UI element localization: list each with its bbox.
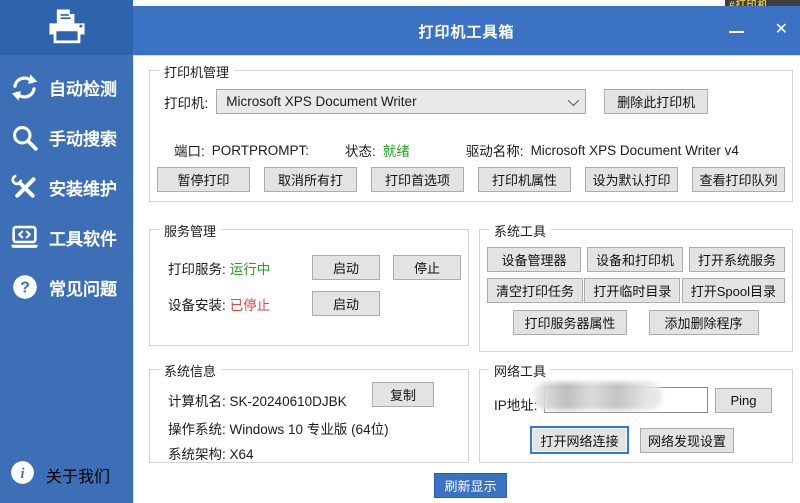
device-install-status: 已停止: [229, 297, 271, 313]
print-service-label: 打印服务:: [168, 261, 226, 277]
add-remove-programs-button[interactable]: 添加删除程序: [648, 310, 759, 335]
service-management-group: 服务管理 打印服务: 运行中 启动 停止 设备安装: 已停止 启动: [149, 221, 469, 346]
printer-status-row: 端口: PORTPROMPT: 状态: 就绪 驱动名称: Microsoft X…: [174, 140, 739, 160]
print-service-status: 运行中: [229, 261, 271, 277]
printer-toolbox-window: #打印机 自动检测 手动搜索 安装维护 工具软件 ? 常见问题 i 关于我们 打…: [0, 0, 800, 503]
arch-row: 系统架构: X64: [168, 443, 254, 463]
search-icon: [9, 122, 40, 153]
sidebar-item-tool-software[interactable]: 工具软件: [0, 212, 133, 262]
open-temp-folder-button[interactable]: 打开临时目录: [584, 278, 681, 303]
print-service-start-button[interactable]: 启动: [312, 255, 380, 280]
ping-button[interactable]: Ping: [715, 388, 772, 413]
open-spool-folder-button[interactable]: 打开Spool目录: [681, 278, 785, 303]
view-queue-button[interactable]: 查看打印队列: [692, 167, 785, 192]
sidebar-item-label: 关于我们: [46, 469, 111, 486]
print-preferences-button[interactable]: 打印首选项: [371, 167, 464, 192]
printer-select-value: Microsoft XPS Document Writer: [226, 94, 417, 109]
printer-management-group: 打印机管理 打印机: Microsoft XPS Document Writer…: [149, 62, 793, 202]
device-manager-button[interactable]: 设备管理器: [487, 247, 581, 272]
sidebar-item-manual-search[interactable]: 手动搜索: [0, 112, 133, 162]
sidebar-item-about[interactable]: i 关于我们: [9, 457, 110, 493]
system-tools-row-3: 打印服务器属性 添加删除程序: [480, 310, 792, 335]
printer-properties-button[interactable]: 打印机属性: [478, 167, 571, 192]
cancel-all-button[interactable]: 取消所有打: [264, 167, 357, 192]
group-title: 打印机管理: [159, 62, 235, 81]
ip-address-label: IP地址:: [494, 398, 538, 413]
sidebar-menu: 自动检测 手动搜索 安装维护 工具软件 ? 常见问题: [0, 62, 133, 312]
system-info-group: 系统信息 计算机名: SK-20240610DJBK 复制 操作系统: Wind…: [149, 361, 469, 463]
sidebar: 自动检测 手动搜索 安装维护 工具软件 ? 常见问题 i 关于我们: [0, 0, 133, 503]
computer-name-label: 计算机名:: [168, 394, 226, 409]
sidebar-item-install-maintain[interactable]: 安装维护: [0, 162, 133, 212]
group-title: 系统信息: [159, 361, 222, 380]
refresh-icon: [9, 72, 40, 103]
titlebar: 打印机工具箱 ✕: [133, 6, 800, 55]
os-label: 操作系统:: [168, 422, 226, 437]
sidebar-item-auto-detect[interactable]: 自动检测: [0, 62, 133, 112]
info-icon: i: [9, 459, 36, 491]
app-logo-block: [0, 0, 133, 55]
sidebar-item-label: 自动检测: [49, 79, 117, 99]
port-value: PORTPROMPT:: [211, 142, 310, 158]
chevron-down-icon: [568, 94, 580, 106]
laptop-code-icon: [9, 222, 40, 253]
computer-name-value: SK-20240610DJBK: [229, 394, 347, 409]
port-label: 端口:: [174, 144, 205, 159]
sidebar-item-label: 手动搜索: [49, 129, 117, 149]
os-value: Windows 10 专业版 (64位): [229, 422, 389, 437]
os-row: 操作系统: Windows 10 专业版 (64位): [168, 418, 389, 438]
sidebar-item-faq[interactable]: ? 常见问题: [0, 262, 133, 312]
print-service-row: 打印服务: 运行中: [168, 255, 270, 280]
printer-actions-row: 暂停打印 取消所有打 打印首选项 打印机属性 设为默认打印 查看打印队列: [157, 167, 785, 192]
pause-print-button[interactable]: 暂停打印: [157, 167, 250, 192]
system-tools-row-1: 设备管理器 设备和打印机 打开系统服务: [487, 247, 785, 272]
driver-value: Microsoft XPS Document Writer v4: [530, 142, 739, 158]
device-install-start-button[interactable]: 启动: [312, 291, 380, 316]
status-value: 就绪: [382, 144, 410, 159]
group-title: 网络工具: [489, 361, 552, 380]
main-content: 打印机管理 打印机: Microsoft XPS Document Writer…: [133, 55, 800, 503]
window-title: 打印机工具箱: [418, 24, 515, 41]
printer-label: 打印机:: [164, 95, 209, 111]
minimize-button[interactable]: [729, 31, 744, 33]
copy-button[interactable]: 复制: [372, 382, 434, 407]
print-server-properties-button[interactable]: 打印服务器属性: [513, 310, 627, 335]
system-tools-row-2: 清空打印任务 打开临时目录 打开Spool目录: [487, 278, 785, 303]
system-tools-group: 系统工具 设备管理器 设备和打印机 打开系统服务 清空打印任务 打开临时目录 打…: [479, 221, 793, 352]
driver-label: 驱动名称:: [465, 144, 524, 159]
arch-value: X64: [229, 447, 254, 462]
network-tools-group: 网络工具 IP地址: Ping 打开网络连接 网络发现设置: [479, 361, 793, 463]
printer-select-row: 打印机: Microsoft XPS Document Writer 删除此打印…: [164, 89, 709, 114]
computer-name-row: 计算机名: SK-20240610DJBK: [168, 390, 347, 410]
set-default-button[interactable]: 设为默认打印: [585, 167, 678, 192]
open-system-services-button[interactable]: 打开系统服务: [688, 247, 785, 272]
arch-label: 系统架构:: [168, 447, 226, 462]
refresh-display-button[interactable]: 刷新显示: [434, 473, 507, 498]
device-install-label: 设备安装:: [168, 297, 226, 313]
printer-select[interactable]: Microsoft XPS Document Writer: [216, 89, 587, 114]
sidebar-item-label: 工具软件: [49, 229, 117, 249]
svg-text:i: i: [21, 466, 25, 482]
ip-address-field-wrap: [534, 382, 708, 413]
sidebar-item-label: 常见问题: [49, 279, 117, 299]
tools-icon: [9, 172, 40, 203]
close-button[interactable]: ✕: [775, 19, 788, 39]
group-title: 服务管理: [159, 221, 222, 240]
device-install-row: 设备安装: 已停止: [168, 291, 270, 316]
question-icon: ?: [9, 272, 40, 303]
group-title: 系统工具: [489, 221, 552, 240]
sidebar-item-label: 安装维护: [49, 179, 117, 199]
open-network-connections-button[interactable]: 打开网络连接: [530, 426, 629, 454]
devices-and-printers-button[interactable]: 设备和打印机: [586, 247, 683, 272]
printer-logo-icon: [48, 9, 85, 43]
delete-printer-button[interactable]: 删除此打印机: [604, 89, 709, 114]
status-label: 状态:: [345, 144, 376, 159]
ip-address-input[interactable]: [544, 387, 708, 413]
clear-print-jobs-button[interactable]: 清空打印任务: [487, 278, 584, 303]
print-service-stop-button[interactable]: 停止: [393, 255, 461, 280]
network-discovery-settings-button[interactable]: 网络发现设置: [640, 428, 734, 453]
svg-text:?: ?: [20, 280, 30, 297]
